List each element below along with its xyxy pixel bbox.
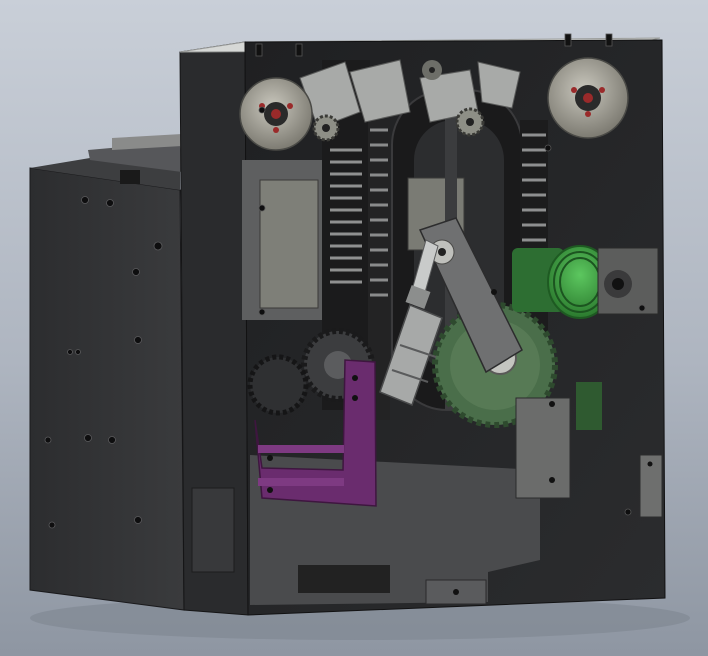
left-slider-block	[259, 179, 319, 309]
green-spring-motor	[512, 245, 659, 319]
side-access-panel	[191, 487, 235, 573]
top-right-drum	[547, 57, 629, 139]
cad-render-scene	[0, 0, 708, 656]
left-side-panel	[29, 134, 206, 611]
top-left-drum	[239, 77, 313, 151]
